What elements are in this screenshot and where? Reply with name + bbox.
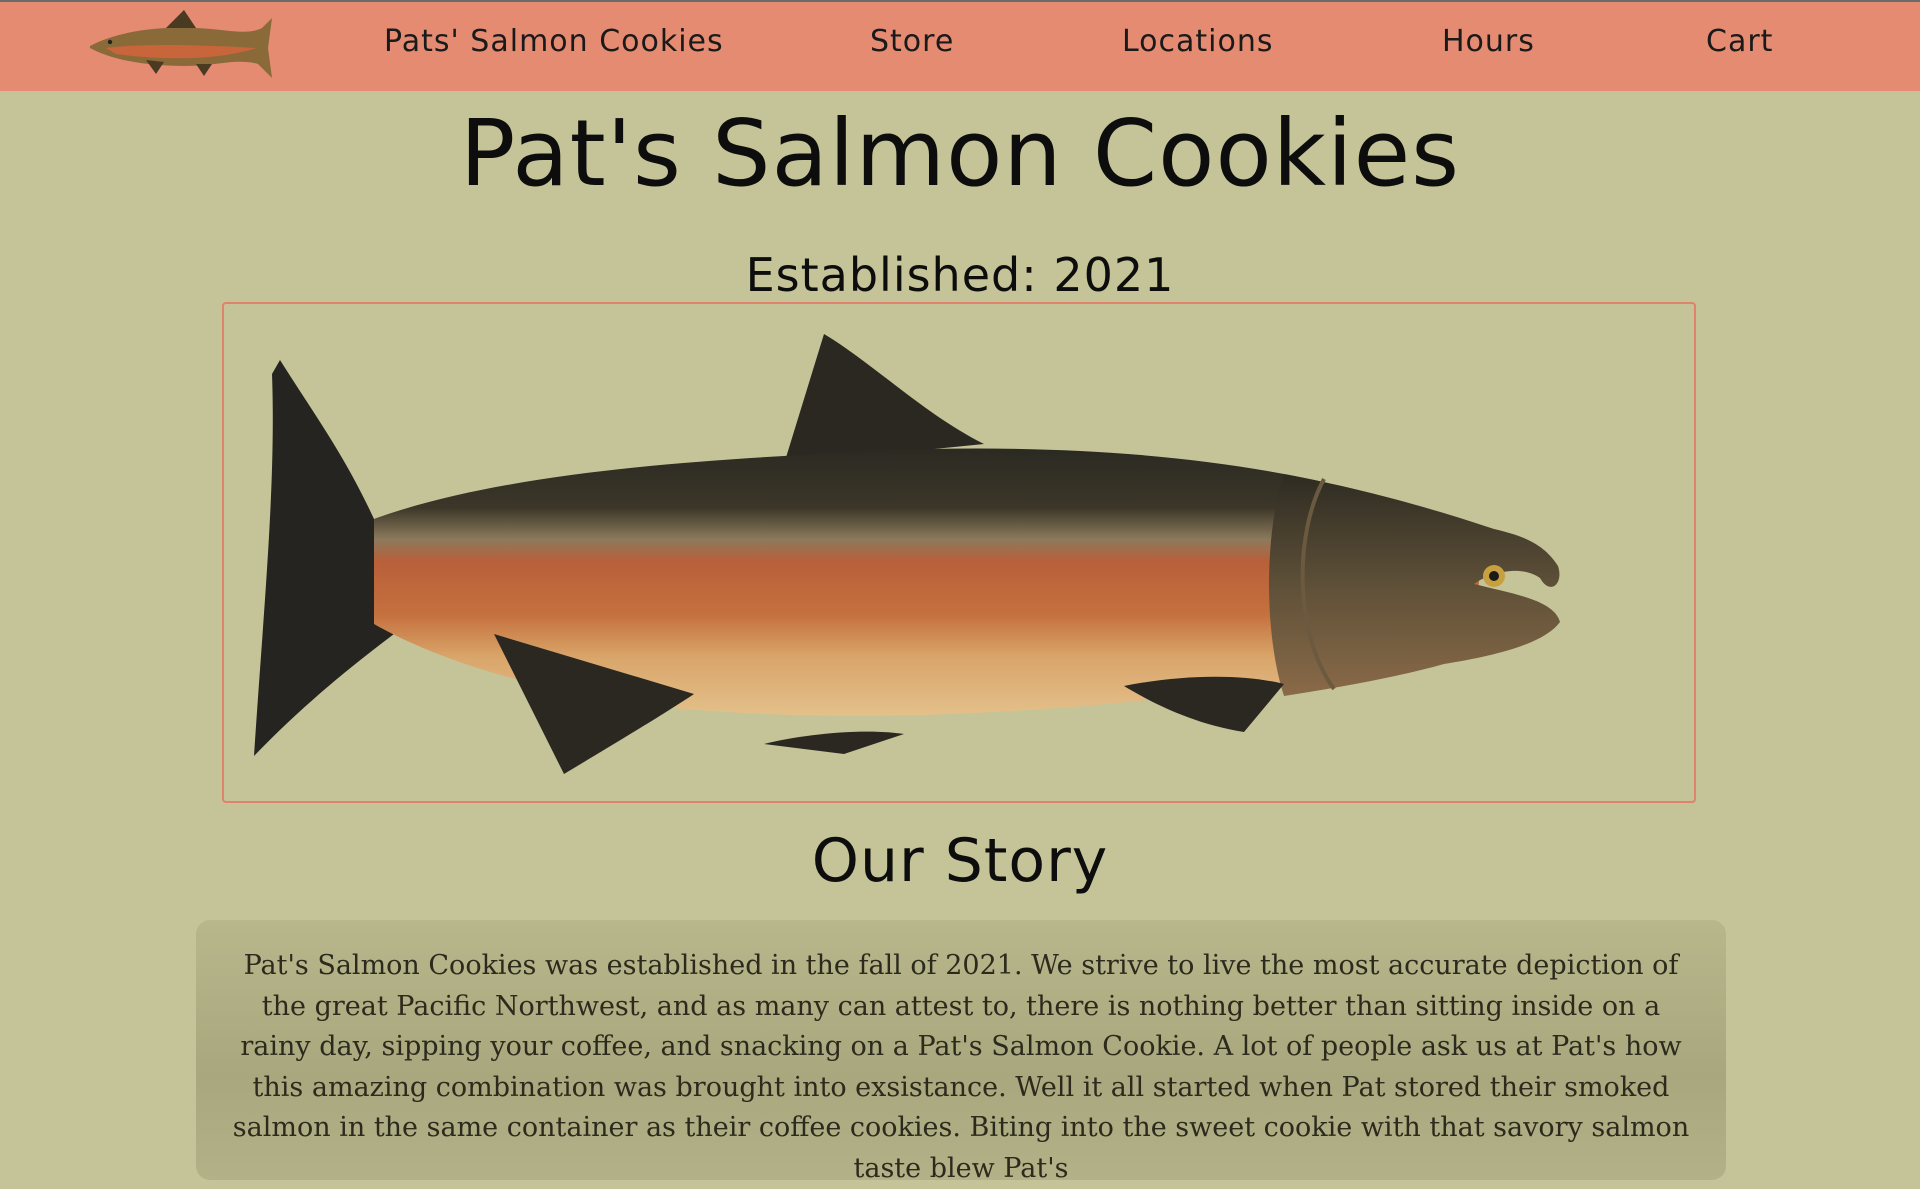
story-box: Pat's Salmon Cookies was established in … <box>196 920 1726 1184</box>
our-story-heading: Our Story <box>811 826 1109 896</box>
established-subtitle: Established: 2021 <box>745 248 1175 302</box>
salmon-illustration <box>254 334 1560 774</box>
nav-hours-link[interactable]: Hours <box>1442 24 1535 59</box>
nav-cart-link[interactable]: Cart <box>1706 24 1773 59</box>
nav-store-link[interactable]: Store <box>870 24 954 59</box>
nav-home-link[interactable]: Pats' Salmon Cookies <box>384 24 724 59</box>
salmon-logo-icon[interactable] <box>86 8 276 84</box>
top-nav-bar: Pats' Salmon Cookies Store Locations Hou… <box>0 0 1920 91</box>
page-title: Pat's Salmon Cookies <box>459 100 1461 207</box>
nav-locations-link[interactable]: Locations <box>1122 24 1274 59</box>
story-text: Pat's Salmon Cookies was established in … <box>232 950 1690 1184</box>
hero-image-frame <box>222 302 1696 803</box>
